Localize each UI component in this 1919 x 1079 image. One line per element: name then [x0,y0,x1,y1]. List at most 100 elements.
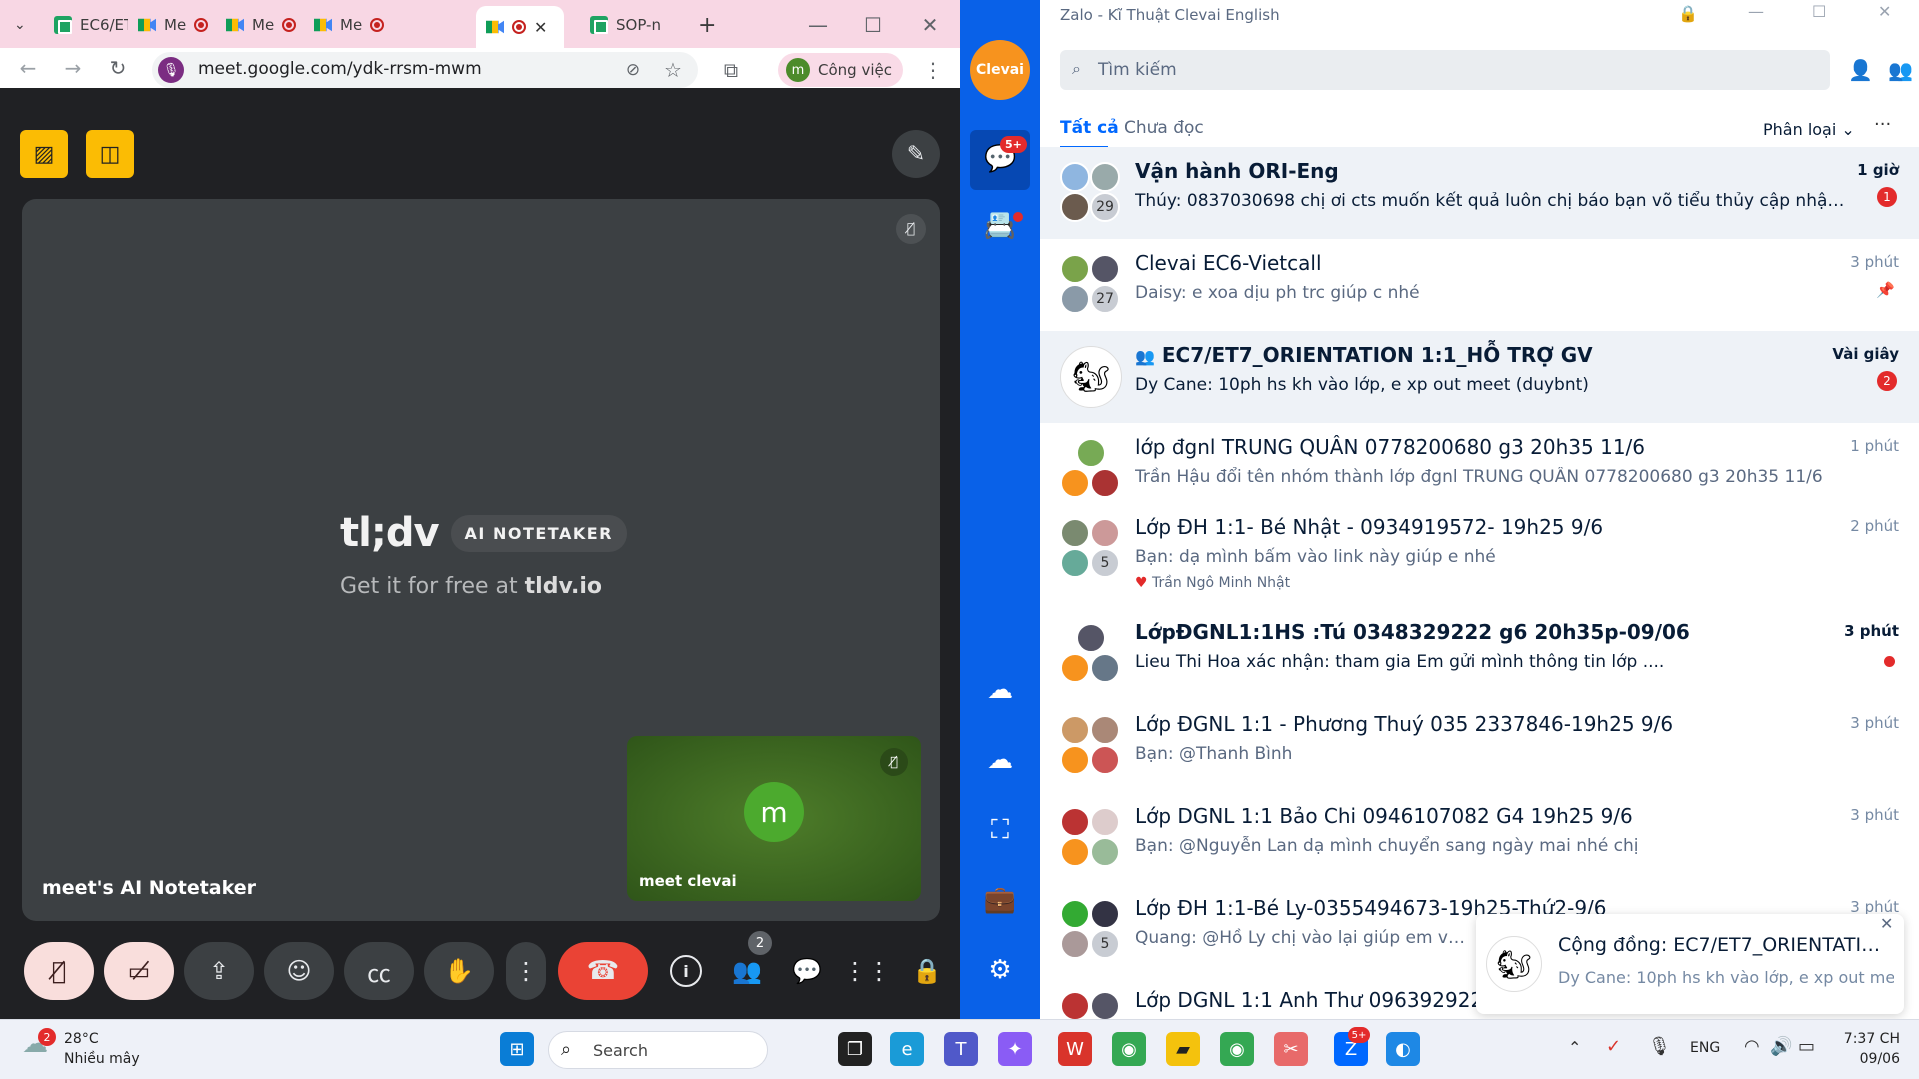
bookmark-star-icon[interactable]: ☆ [658,55,688,85]
maximize-icon[interactable]: ☐ [858,10,888,40]
maximize-icon[interactable]: ☐ [1812,2,1826,21]
raise-hand-button[interactable]: ✋ [424,942,494,1000]
conversation-item[interactable]: 27 Clevai EC6-Vietcall Daisy: e xoa dịu … [1040,239,1919,331]
conversation-item[interactable]: 29 Vận hành ORI-Eng Thúy: 0837030698 chị… [1040,147,1919,239]
tab-4[interactable]: Me [304,8,392,42]
meeting-info-icon[interactable]: i [670,955,702,987]
camera-blocked-icon[interactable]: ⊘ [618,55,648,85]
battery-icon[interactable]: ▭ [1798,1036,1815,1057]
profile-chip[interactable]: m Công việc [778,53,903,87]
conversation-time: 3 phút [1850,253,1899,271]
no-video-icon[interactable]: ▨ [20,130,68,178]
self-video-tile: 🎙̸ m meet clevai [627,736,921,901]
input-language[interactable]: ENG [1690,1040,1720,1056]
chat-icon[interactable]: 💬 [788,952,826,990]
app-blue-icon[interactable]: ◐ [1386,1032,1420,1066]
close-window-icon[interactable]: ✕ [915,10,945,40]
people-icon[interactable]: 👥 [728,952,766,990]
windows-start-icon[interactable]: ⊞ [500,1032,534,1066]
activities-grid-icon[interactable]: ⋮⋮ [843,952,891,990]
lock-icon[interactable]: 🔒 [1678,4,1698,23]
tab-search-dropdown[interactable]: ⌄ [8,8,38,42]
unread-dot [1884,656,1895,667]
contacts-dot-badge [1013,212,1023,222]
screenshot-icon[interactable]: ⛶ [980,810,1020,850]
forward-icon[interactable]: → [58,53,88,83]
chrome-icon[interactable]: ◉ [1112,1032,1146,1066]
cloud-icon[interactable]: ☁ [980,740,1020,780]
present-button[interactable]: ⇪ [184,942,254,1000]
toast-close-icon[interactable]: ✕ [1880,914,1893,933]
toast-title: Cộng đồng: EC7/ET7_ORIENTATION... [1558,934,1894,956]
address-bar[interactable]: 🎙 meet.google.com/ydk-rrsm-mwm ⊘ ☆ [152,52,698,88]
minimize-icon[interactable]: — [803,10,833,40]
conversation-preview: Daisy: e xoa dịu ph trc giúp c nhé [1135,283,1420,303]
tab-2[interactable]: Me [128,8,216,42]
teams-icon[interactable]: T [944,1032,978,1066]
clock-time[interactable]: 7:37 CH [1842,1031,1900,1047]
create-group-icon[interactable]: 👥 [1888,58,1913,82]
add-friend-icon[interactable]: 👤 [1848,58,1873,82]
tray-app-icon[interactable]: ✓ [1606,1036,1621,1057]
weather-desc: Nhiều mây [64,1051,140,1067]
mic-in-use-icon[interactable]: 🎙 [158,57,184,83]
reactions-button[interactable]: ☺ [264,942,334,1000]
more-options-icon[interactable]: ··· [1874,114,1891,135]
conversation-item[interactable]: Lớp DGNL 1:1 Bảo Chi 0946107082 G4 19h25… [1040,792,1919,884]
sort-dropdown[interactable]: Phân loại ⌄ [1763,120,1855,139]
chrome-active-icon[interactable]: ◉ [1220,1032,1254,1066]
leave-call-button[interactable]: ☎ [558,942,648,1000]
edge-icon[interactable]: e [890,1032,924,1066]
camera-toggle-button[interactable]: ▭̸ [104,942,174,1000]
task-view-icon[interactable]: ❐ [838,1032,872,1066]
tab-6[interactable]: SOP-n [580,8,672,42]
minimize-icon[interactable]: — [1748,2,1764,21]
conversation-item[interactable]: 5 Lớp ĐH 1:1- Bé Nhật - 0934919572- 19h2… [1040,503,1919,603]
reaction-line: ♥ Trần Ngô Minh Nhật [1135,575,1290,591]
close-icon[interactable]: ✕ [1878,2,1891,21]
captions-button[interactable]: ㏄ [344,942,414,1000]
search-box[interactable]: ⌕ Tìm kiếm [1060,50,1830,90]
host-controls-lock-icon[interactable]: 🔒 [908,952,946,990]
notification-toast[interactable]: 🐿 Cộng đồng: EC7/ET7_ORIENTATION... Dy C… [1476,914,1904,1014]
extensions-icon[interactable]: ⧉ [716,55,746,85]
sticky-notes-icon[interactable]: ▰ [1166,1032,1200,1066]
snipping-tool-icon[interactable]: ✂ [1274,1032,1308,1066]
wifi-icon[interactable]: ◠ [1744,1036,1760,1057]
main-participant-name: meet's AI Notetaker [42,877,256,899]
zcloud-icon[interactable]: ☁ [980,670,1020,710]
sidebar-item-messages[interactable]: 💬 5+ [970,130,1030,190]
mic-toggle-button[interactable]: 🎙̸ [24,942,94,1000]
conversation-item[interactable]: 🐿 👥 EC7/ET7_ORIENTATION 1:1_HỖ TRỢ GV Dy… [1040,331,1919,423]
tab-1[interactable]: EC6/ET [44,8,128,42]
conversation-title: Lớp DGNL 1:1 Bảo Chi 0946107082 G4 19h25… [1135,804,1633,828]
layout-icon[interactable]: ◫ [86,130,134,178]
taskbar-search[interactable]: ⌕ Search [548,1031,768,1069]
volume-icon[interactable]: 🔊 [1770,1036,1792,1057]
pin-icon: 📌 [1876,281,1895,299]
conversation-item[interactable]: LớpĐGNL1:1HS :Tú 0348329222 g6 20h35p-09… [1040,608,1919,700]
tab-unread[interactable]: Chưa đọc [1124,118,1204,138]
back-icon[interactable]: ← [13,53,43,83]
effects-pen-icon[interactable]: ✎ [892,130,940,178]
reload-icon[interactable]: ↻ [103,53,133,83]
microphone-icon[interactable]: 🎙 [1648,1036,1671,1057]
more-options-button[interactable]: ⋮ [506,942,546,1000]
tab-5-active[interactable]: ✕ [476,6,564,48]
tray-expand-icon[interactable]: ⌃ [1568,1038,1581,1057]
settings-gear-icon[interactable]: ⚙ [980,950,1020,990]
member-count: 27 [1090,284,1120,314]
toolbox-icon[interactable]: 💼 [980,880,1020,920]
tab-all[interactable]: Tất cả [1060,118,1119,138]
group-avatar: 5 [1060,518,1122,580]
wps-office-icon[interactable]: W [1058,1032,1092,1066]
clock-date[interactable]: 09/06 [1842,1051,1900,1067]
tab-close-icon[interactable]: ✕ [534,18,547,37]
conversation-item[interactable]: Lớp ĐGNL 1:1 - Phương Thuý 035 2337846-1… [1040,700,1919,792]
conversation-item[interactable]: lớp đgnl TRUNG QUÂN 0778200680 g3 20h35 … [1040,423,1919,515]
tab-3[interactable]: Me [216,8,304,42]
new-tab-button[interactable]: + [688,8,718,42]
clevai-logo[interactable]: Clevai [970,40,1030,100]
copilot-icon[interactable]: ✦ [998,1032,1032,1066]
more-menu-icon[interactable]: ⋮ [918,55,948,85]
